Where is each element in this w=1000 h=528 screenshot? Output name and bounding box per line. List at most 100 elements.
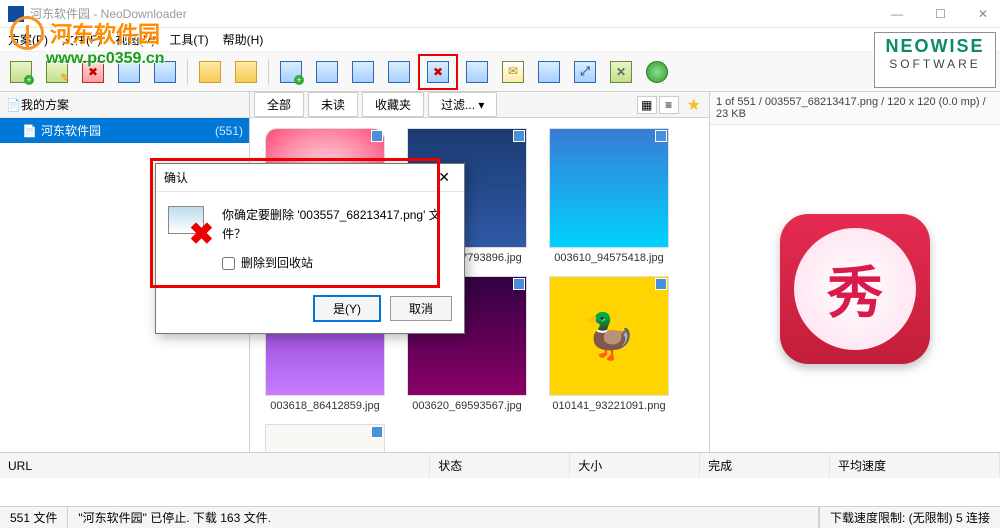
expand-icon [574,61,596,83]
dialog-titlebar[interactable]: 确认 ✕ [156,164,464,192]
fullscreen-button[interactable] [568,57,602,87]
add-project-button[interactable] [4,57,38,87]
dialog-title: 确认 [164,169,188,186]
brand-line2: SOFTWARE [878,57,992,71]
yes-button[interactable]: 是(Y) [314,296,380,321]
menu-view[interactable]: 视图(V) [115,31,155,48]
edit-project-button[interactable] [40,57,74,87]
filter-custom[interactable]: 过滤... [428,92,497,117]
image-save-button[interactable] [460,57,494,87]
folder-up-icon [235,61,257,83]
image-prev-button[interactable] [310,57,344,87]
filter-unread[interactable]: 未读 [308,92,358,117]
tools-icon [610,61,632,83]
close-button[interactable]: ✕ [974,7,992,21]
col-status[interactable]: 状态 [430,453,570,478]
email-button[interactable] [496,57,530,87]
separator [268,59,269,85]
settings-button[interactable] [604,57,638,87]
project-tree-item[interactable]: 📄 河东软件园 (551) [0,118,249,143]
status-speed-limit: 下载速度限制: (无限制) 5 连接 [819,507,1000,528]
copy-icon [538,61,560,83]
image-add-icon [280,61,302,83]
add-icon [10,61,32,83]
folder-icon [199,61,221,83]
toolbar [0,52,1000,92]
thumb-caption: 003610_94575418.jpg [544,252,674,264]
thumbnail-item[interactable]: 084351_28312100.jpg [260,424,390,452]
filter-favorites[interactable]: 收藏夹 [362,92,424,117]
image-add-button[interactable] [274,57,308,87]
filter-all[interactable]: 全部 [254,92,304,117]
project-root-icon: 📄 [6,98,21,112]
image-delete-icon [427,61,449,83]
doc-icon: 📄 [22,124,37,138]
thumbnail-item[interactable]: 003610_94575418.jpg [544,128,674,264]
favorite-star-icon[interactable]: ★ [687,95,701,115]
dialog-message: 你确定要删除 '003557_68213417.png' 文件？ [222,206,452,244]
image-prev-icon [316,61,338,83]
project-name: 河东软件园 [41,122,211,139]
cancel-button[interactable]: 取消 [390,296,452,321]
minimize-button[interactable]: — [887,7,907,21]
view-list-button[interactable]: ≡ [659,96,679,114]
window-title: 河东软件园 - NeoDownloader [30,5,187,22]
xiu-badge-icon: 秀 [780,214,930,364]
title-bar: 河东软件园 - NeoDownloader — ☐ ✕ [0,0,1000,28]
sidebar-header: 📄 我的方案 [0,92,249,118]
delete-icon [82,61,104,83]
col-size[interactable]: 大小 [570,453,700,478]
project-count: (551) [215,124,243,138]
menu-file[interactable]: 文件(F) [62,31,101,48]
image-view-button[interactable] [346,57,380,87]
maximize-button[interactable]: ☐ [931,7,950,21]
image-view-icon [352,61,374,83]
status-message: "河东软件园" 已停止. 下载 163 文件. [68,507,819,528]
image-save-icon [466,61,488,83]
browse-up-button[interactable] [229,57,263,87]
dialog-close-button[interactable]: ✕ [432,169,456,186]
export-icon [154,61,176,83]
view-thumbs-button[interactable]: ▦ [637,96,657,114]
export-button[interactable] [148,57,182,87]
brand-line1: NEOWISE [878,36,992,57]
import-button[interactable] [112,57,146,87]
app-icon [8,6,24,22]
brand-badge: NEOWISE SOFTWARE [874,32,996,88]
col-done[interactable]: 完成 [700,453,830,478]
mail-icon [502,61,524,83]
separator [187,59,188,85]
delete-project-button[interactable] [76,57,110,87]
thumb-caption: 003620_69593567.jpg [402,400,532,412]
sidebar-title: 我的方案 [21,96,69,113]
copy-button[interactable] [532,57,566,87]
image-delete-button[interactable] [421,57,455,87]
filter-bar: 全部 未读 收藏夹 过滤... ▦ ≡ ★ [250,92,709,118]
menu-project[interactable]: 方案(P) [8,31,48,48]
col-url[interactable]: URL [0,453,430,478]
menu-help[interactable]: 帮助(H) [223,31,264,48]
globe-icon [646,61,668,83]
pencil-icon [46,61,68,83]
status-bar: 551 文件 "河东软件园" 已停止. 下载 163 文件. 下载速度限制: (… [0,506,1000,528]
confirm-dialog: 确认 ✕ ✖ 你确定要删除 '003557_68213417.png' 文件？ … [155,163,465,334]
thumb-caption: 003618_86412859.jpg [260,400,390,412]
preview-pane: 1 of 551 / 003557_68213417.png / 120 x 1… [710,92,1000,452]
col-speed[interactable]: 平均速度 [830,453,1000,478]
menu-tools[interactable]: 工具(T) [169,31,208,48]
thumbnail-item[interactable]: 🦆010141_93221091.png [544,276,674,412]
preview-image: 秀 [710,125,1000,452]
open-folder-button[interactable] [193,57,227,87]
recycle-bin-input[interactable] [222,257,235,270]
thumb-caption: 010141_93221091.png [544,400,674,412]
recycle-bin-label: 删除到回收站 [241,254,313,273]
image-refresh-icon [388,61,410,83]
preview-info: 1 of 551 / 003557_68213417.png / 120 x 1… [710,92,1000,125]
import-icon [118,61,140,83]
web-button[interactable] [640,57,674,87]
delete-file-icon: ✖ [168,206,210,248]
status-file-count: 551 文件 [0,507,68,528]
highlight-annotation [418,54,458,90]
recycle-bin-checkbox[interactable]: 删除到回收站 [222,254,452,273]
image-refresh-button[interactable] [382,57,416,87]
